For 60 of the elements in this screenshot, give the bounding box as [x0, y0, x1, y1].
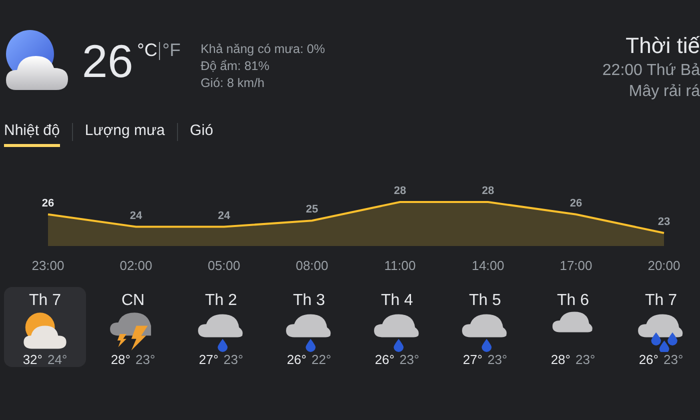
day-card[interactable]: Th 4 26° 23°: [356, 287, 438, 367]
day-card[interactable]: Th 7 32° 24°: [4, 287, 86, 367]
weather-detail: Khả năng có mưa: 0%: [200, 41, 325, 58]
day-card[interactable]: Th 6 28° 23°: [532, 287, 614, 367]
day-name: Th 2: [204, 293, 237, 309]
tab[interactable]: Lượng mưa: [84, 118, 165, 146]
time-label: 02:00: [118, 258, 154, 273]
low-temperature: 23°: [488, 352, 508, 367]
low-temperature: 22°: [312, 352, 332, 367]
weather-detail: Độ ẩm: 81%: [200, 58, 270, 75]
day-name: Th 7: [644, 293, 677, 309]
unit-toggle[interactable]: °F: [160, 40, 183, 61]
tab[interactable]: Gió: [190, 118, 214, 146]
unit-toggle[interactable]: °C: [135, 40, 160, 61]
low-temperature: 23°: [224, 352, 244, 367]
time-label: 23:00: [30, 258, 66, 273]
day-name: Th 6: [556, 293, 589, 309]
data-label: 28: [394, 185, 406, 197]
day-name: Th 7: [28, 293, 61, 309]
data-label: 25: [306, 204, 318, 216]
day-name: Th 5: [468, 293, 501, 309]
high-temperature: 26°: [286, 352, 306, 367]
location-title: Thời tiế: [626, 32, 700, 60]
data-label: 24: [130, 210, 142, 222]
condition-text: Mây rải rá: [628, 82, 700, 102]
day-card[interactable]: Th 5 27° 23°: [444, 287, 526, 367]
day-card[interactable]: Th 2 27° 23°: [180, 287, 262, 367]
day-card[interactable]: CN 28° 23°: [92, 287, 174, 367]
low-temperature: 23°: [664, 352, 684, 367]
high-temperature: 27°: [462, 352, 482, 367]
low-temperature: 23°: [576, 352, 596, 367]
data-label: 26: [42, 197, 54, 210]
day-name: Th 4: [380, 293, 413, 309]
time-label: 17:00: [558, 258, 594, 273]
data-label: 28: [482, 185, 494, 197]
day-card[interactable]: Th 7 26° 23°: [620, 287, 700, 367]
high-temperature: 26°: [374, 352, 394, 367]
high-temperature: 28°: [550, 352, 570, 367]
date-time: 22:00 Thứ Bả: [602, 61, 700, 81]
day-card[interactable]: Th 3 26° 22°: [268, 287, 350, 367]
day-name: CN: [121, 293, 145, 309]
low-temperature: 24°: [48, 352, 68, 367]
time-label: 08:00: [294, 258, 330, 273]
time-label: 05:00: [206, 258, 242, 273]
low-temperature: 23°: [400, 352, 420, 367]
high-temperature: 27°: [198, 352, 218, 367]
low-temperature: 23°: [136, 352, 156, 367]
weather-detail: Gió: 8 km/h: [200, 75, 266, 92]
data-label: 24: [218, 210, 230, 222]
time-label: 14:00: [470, 258, 506, 273]
high-temperature: 32°: [22, 352, 42, 367]
data-label: 23: [658, 216, 670, 228]
tab[interactable]: Nhiệt độ: [4, 118, 60, 146]
day-name: Th 3: [292, 293, 325, 309]
high-temperature: 26°: [638, 352, 658, 367]
current-temperature: 26: [82, 38, 134, 84]
high-temperature: 28°: [110, 352, 130, 367]
data-label: 26: [570, 197, 582, 210]
time-label: 20:00: [646, 258, 682, 273]
time-label: 11:00: [383, 258, 417, 273]
